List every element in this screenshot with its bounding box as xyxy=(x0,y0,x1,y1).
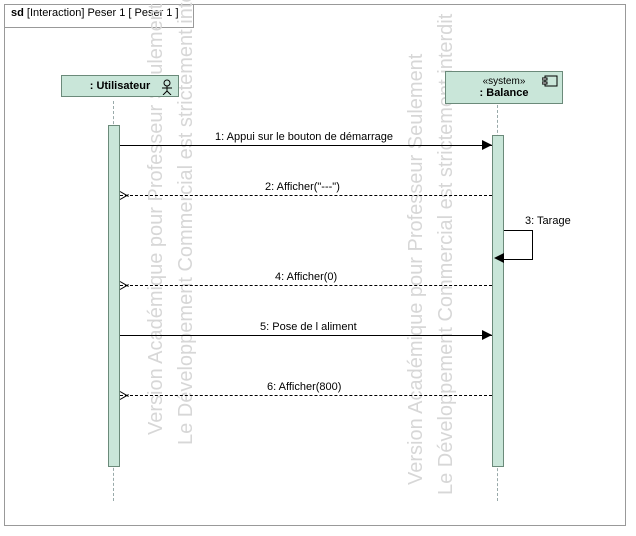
activation-user xyxy=(108,125,120,467)
message-2-label: 2: Afficher("---") xyxy=(265,181,340,193)
component-icon xyxy=(542,75,558,90)
frame-label: sd [Interaction] Peser 1 [ Peser 1 ] xyxy=(5,5,194,28)
frame-title: [Interaction] Peser 1 [ Peser 1 ] xyxy=(27,7,179,19)
message-1-label: 1: Appui sur le bouton de démarrage xyxy=(215,131,393,143)
lifeline-system: «system» : Balance xyxy=(445,71,563,104)
message-3-self xyxy=(504,230,533,260)
lifeline-system-role: : Balance xyxy=(480,87,529,99)
watermark: Version Académique pour Professeur Seule… xyxy=(405,54,428,485)
watermark: Version Académique pour Professeur Seule… xyxy=(145,4,168,435)
arrowhead-left-icon xyxy=(494,253,504,263)
actor-icon xyxy=(160,79,174,98)
lifeline-system-stereo: «system» xyxy=(454,76,554,87)
frame-kind: sd xyxy=(11,7,24,19)
message-5-label: 5: Pose de l aliment xyxy=(260,321,357,333)
arrowhead-right-icon xyxy=(482,140,492,150)
arrowhead-right-icon xyxy=(482,330,492,340)
message-6 xyxy=(120,395,492,396)
message-4-label: 4: Afficher(0) xyxy=(275,271,337,283)
lifeline-user-role: : Utilisateur xyxy=(90,80,151,92)
message-3-label: 3: Tarage xyxy=(525,215,571,227)
activation-system xyxy=(492,135,504,467)
message-2 xyxy=(120,195,492,196)
sd-frame: sd [Interaction] Peser 1 [ Peser 1 ] Ver… xyxy=(4,4,626,526)
message-1 xyxy=(120,145,492,146)
lifeline-user: : Utilisateur xyxy=(61,75,179,97)
diagram-canvas: sd [Interaction] Peser 1 [ Peser 1 ] Ver… xyxy=(0,0,636,536)
message-5 xyxy=(120,335,492,336)
watermark: Le Développement Commercial est strictem… xyxy=(175,0,198,445)
message-4 xyxy=(120,285,492,286)
message-6-label: 6: Afficher(800) xyxy=(267,381,341,393)
